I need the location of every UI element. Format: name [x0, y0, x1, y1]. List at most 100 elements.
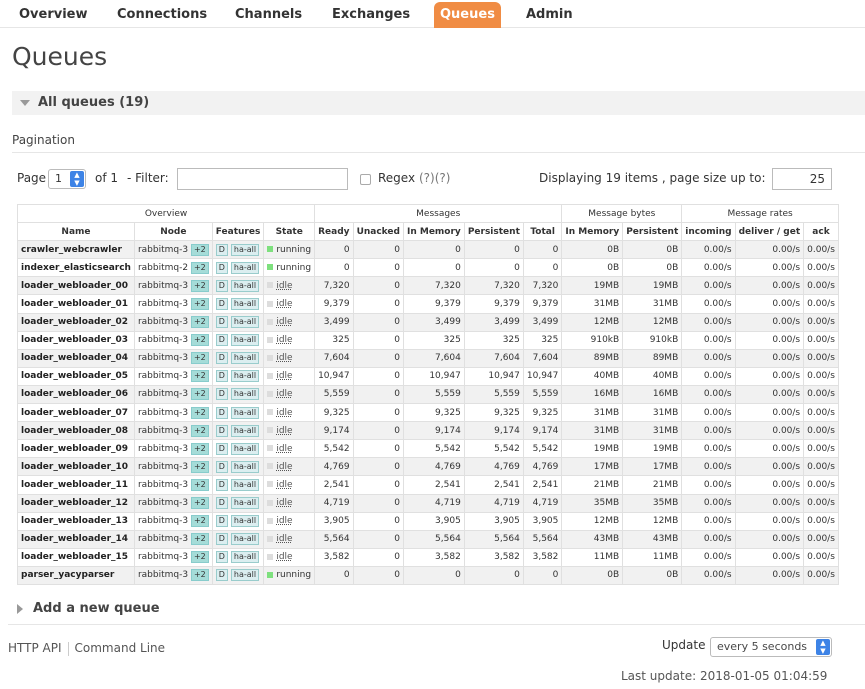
policy-badge[interactable]: ha-all — [230, 298, 260, 311]
add-queue-toggle[interactable]: Add a new queue — [17, 601, 160, 616]
tab-connections[interactable]: Connections — [111, 2, 213, 28]
durable-badge[interactable]: D — [215, 569, 228, 582]
regex-checkbox[interactable] — [360, 174, 371, 185]
table-row[interactable]: loader_webloader_14 rabbitmq-3 +2 Dha-all i… — [17, 529, 839, 549]
queue-name-link[interactable]: loader_webloader_11 — [17, 475, 135, 495]
table-row[interactable]: loader_webloader_03 rabbitmq-3 +2 Dha-all i… — [17, 330, 839, 350]
durable-badge[interactable]: D — [215, 316, 228, 329]
durable-badge[interactable]: D — [215, 551, 228, 564]
queue-name-link[interactable]: loader_webloader_14 — [17, 529, 135, 549]
durable-badge[interactable]: D — [215, 243, 228, 256]
policy-badge[interactable]: ha-all — [230, 424, 260, 437]
durable-badge[interactable]: D — [215, 442, 228, 455]
policy-badge[interactable]: ha-all — [230, 497, 260, 510]
table-row[interactable]: loader_webloader_13 rabbitmq-3 +2 Dha-all i… — [17, 511, 839, 531]
table-row[interactable]: loader_webloader_04 rabbitmq-3 +2 Dha-all i… — [17, 348, 839, 368]
mirror-count-badge[interactable]: +2 — [190, 478, 209, 491]
table-row[interactable]: parser_yacyparser rabbitmq-3 +2 Dha-all run… — [17, 565, 839, 585]
mirror-count-badge[interactable]: +2 — [190, 279, 209, 292]
table-row[interactable]: loader_webloader_12 rabbitmq-3 +2 Dha-all i… — [17, 493, 839, 513]
queue-name-link[interactable]: loader_webloader_01 — [17, 294, 135, 314]
mirror-count-badge[interactable]: +2 — [190, 243, 209, 256]
table-row[interactable]: crawler_webcrawler rabbitmq-3 +2 Dha-all ru… — [17, 240, 839, 260]
mirror-count-badge[interactable]: +2 — [190, 352, 209, 365]
mirror-count-badge[interactable]: +2 — [190, 515, 209, 528]
queue-name-link[interactable]: indexer_elasticsearch — [17, 258, 135, 278]
table-row[interactable]: loader_webloader_01 rabbitmq-3 +2 Dha-all i… — [17, 294, 839, 314]
queue-name-link[interactable]: loader_webloader_15 — [17, 547, 135, 567]
table-row[interactable]: loader_webloader_15 rabbitmq-3 +2 Dha-all i… — [17, 547, 839, 567]
mirror-count-badge[interactable]: +2 — [190, 406, 209, 419]
table-row[interactable]: loader_webloader_08 rabbitmq-3 +2 Dha-all i… — [17, 421, 839, 441]
mirror-count-badge[interactable]: +2 — [190, 388, 209, 401]
queue-name-link[interactable]: loader_webloader_08 — [17, 421, 135, 441]
durable-badge[interactable]: D — [215, 460, 228, 473]
policy-badge[interactable]: ha-all — [230, 442, 260, 455]
durable-badge[interactable]: D — [215, 334, 228, 347]
durable-badge[interactable]: D — [215, 279, 228, 292]
policy-badge[interactable]: ha-all — [230, 243, 260, 256]
durable-badge[interactable]: D — [215, 406, 228, 419]
regex-help-link[interactable]: (?)(?) — [419, 171, 450, 185]
policy-badge[interactable]: ha-all — [230, 406, 260, 419]
queue-name-link[interactable]: crawler_webcrawler — [17, 240, 135, 260]
filter-input[interactable] — [177, 168, 348, 190]
policy-badge[interactable]: ha-all — [230, 533, 260, 546]
queue-name-link[interactable]: loader_webloader_07 — [17, 403, 135, 423]
queue-name-link[interactable]: parser_yacyparser — [17, 565, 135, 585]
policy-badge[interactable]: ha-all — [230, 261, 260, 274]
http-api-link[interactable]: HTTP API — [8, 641, 62, 655]
durable-badge[interactable]: D — [215, 388, 228, 401]
mirror-count-badge[interactable]: +2 — [190, 334, 209, 347]
tab-admin[interactable]: Admin — [520, 2, 579, 28]
queue-name-link[interactable]: loader_webloader_09 — [17, 439, 135, 459]
queue-name-link[interactable]: loader_webloader_03 — [17, 330, 135, 350]
table-row[interactable]: loader_webloader_06 rabbitmq-3 +2 Dha-all i… — [17, 384, 839, 405]
mirror-count-badge[interactable]: +2 — [190, 424, 209, 437]
durable-badge[interactable]: D — [215, 533, 228, 546]
policy-badge[interactable]: ha-all — [230, 316, 260, 329]
policy-badge[interactable]: ha-all — [230, 460, 260, 473]
table-row[interactable]: loader_webloader_11 rabbitmq-3 +2 Dha-all i… — [17, 475, 839, 495]
table-row[interactable]: loader_webloader_10 rabbitmq-3 +2 Dha-all i… — [17, 457, 839, 477]
update-interval-select[interactable]: every 5 seconds ▲ ▼ — [710, 637, 832, 657]
policy-badge[interactable]: ha-all — [230, 569, 260, 582]
mirror-count-badge[interactable]: +2 — [190, 569, 209, 582]
queue-name-link[interactable]: loader_webloader_13 — [17, 511, 135, 531]
policy-badge[interactable]: ha-all — [230, 551, 260, 564]
table-row[interactable]: loader_webloader_02 rabbitmq-3 +2 Dha-all i… — [17, 312, 839, 332]
mirror-count-badge[interactable]: +2 — [190, 460, 209, 473]
command-line-link[interactable]: Command Line — [75, 641, 166, 655]
queue-name-link[interactable]: loader_webloader_00 — [17, 276, 135, 296]
mirror-count-badge[interactable]: +2 — [190, 261, 209, 274]
queue-name-link[interactable]: loader_webloader_10 — [17, 457, 135, 477]
mirror-count-badge[interactable]: +2 — [190, 298, 209, 311]
durable-badge[interactable]: D — [215, 478, 228, 491]
durable-badge[interactable]: D — [215, 515, 228, 528]
queue-name-link[interactable]: loader_webloader_06 — [17, 384, 135, 405]
durable-badge[interactable]: D — [215, 424, 228, 437]
policy-badge[interactable]: ha-all — [230, 388, 260, 401]
policy-badge[interactable]: ha-all — [230, 334, 260, 347]
table-row[interactable]: loader_webloader_05 rabbitmq-3 +2 Dha-all i… — [17, 366, 839, 386]
tab-overview[interactable]: Overview — [13, 2, 94, 28]
policy-badge[interactable]: ha-all — [230, 352, 260, 365]
queue-name-link[interactable]: loader_webloader_05 — [17, 366, 135, 386]
table-row[interactable]: loader_webloader_09 rabbitmq-3 +2 Dha-all i… — [17, 439, 839, 459]
durable-badge[interactable]: D — [215, 370, 228, 383]
queue-name-link[interactable]: loader_webloader_02 — [17, 312, 135, 332]
page-size-input[interactable]: 25 — [772, 168, 832, 190]
durable-badge[interactable]: D — [215, 352, 228, 365]
policy-badge[interactable]: ha-all — [230, 279, 260, 292]
tab-queues[interactable]: Queues — [434, 2, 501, 28]
durable-badge[interactable]: D — [215, 261, 228, 274]
queue-name-link[interactable]: loader_webloader_04 — [17, 348, 135, 368]
policy-badge[interactable]: ha-all — [230, 478, 260, 491]
page-select[interactable]: 1 ▲ ▼ — [48, 169, 86, 189]
table-row[interactable]: indexer_elasticsearch rabbitmq-2 +2 Dha-al… — [17, 258, 839, 278]
table-row[interactable]: loader_webloader_00 rabbitmq-3 +2 Dha-all i… — [17, 276, 839, 296]
table-row[interactable]: loader_webloader_07 rabbitmq-3 +2 Dha-all i… — [17, 403, 839, 423]
queue-name-link[interactable]: loader_webloader_12 — [17, 493, 135, 513]
durable-badge[interactable]: D — [215, 497, 228, 510]
mirror-count-badge[interactable]: +2 — [190, 442, 209, 455]
